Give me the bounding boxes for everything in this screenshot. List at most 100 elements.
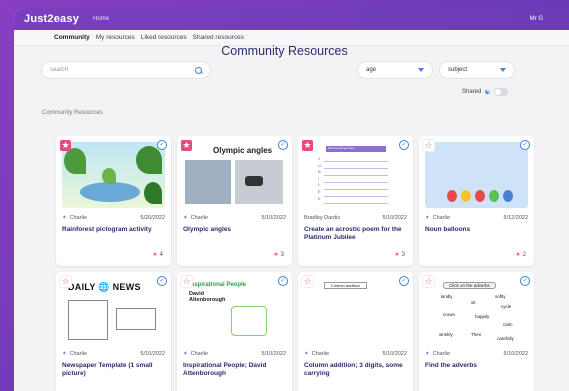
resource-card[interactable]: ★ ✓ ✦ Charlie 5/20/2022 Rainforest picto… [56, 136, 171, 266]
check-icon[interactable]: ✓ [399, 140, 409, 150]
thumbnail-title: Column addition [324, 282, 367, 289]
resource-card[interactable]: ☆ ✓ ✦ Charlie 5/12/2022 Noun balloons ★ 2 [419, 136, 534, 266]
favourite-star-icon[interactable]: ★ [181, 140, 192, 151]
user-menu[interactable]: Mr G [530, 16, 543, 22]
resource-thumbnail: Click on the adverbs kindly sit softly c… [425, 278, 528, 344]
resource-thumbnail [425, 142, 528, 208]
card-date: 5/10/2022 [382, 215, 407, 221]
favourite-star-icon[interactable]: ☆ [302, 276, 313, 287]
tab-liked-resources[interactable]: Liked resources [141, 34, 187, 41]
star-icon: ★ [273, 252, 279, 258]
chevron-down-icon [418, 68, 424, 72]
card-meta: ✦ Charlie 5/10/2022 [183, 215, 286, 221]
age-select[interactable]: age [358, 62, 432, 78]
top-bar: Just2easy Home Mr G [14, 8, 569, 30]
pin-icon: ✦ [304, 351, 309, 357]
card-date: 5/12/2022 [503, 215, 528, 221]
resource-thumbnail [62, 142, 165, 208]
favourite-star-icon[interactable]: ☆ [181, 276, 192, 287]
tab-shared-resources[interactable]: Shared resources [193, 34, 244, 41]
favourite-star-icon[interactable]: ☆ [423, 140, 434, 151]
pin-icon: ✦ [62, 351, 67, 357]
card-title[interactable]: Inspirational People; David Attenborough [183, 362, 287, 378]
check-icon[interactable]: ✓ [399, 276, 409, 286]
card-date: 5/10/2022 [382, 351, 407, 357]
resource-card[interactable]: ★ ✓ Olympic angles ✦ Charlie 5/10/2022 O… [177, 136, 292, 266]
subject-select[interactable]: subject [440, 62, 514, 78]
like-count: ★ 3 [273, 252, 284, 258]
card-author: Charlie [311, 351, 330, 357]
card-date: 5/10/2022 [140, 351, 165, 357]
pin-icon: ✦ [62, 215, 67, 221]
card-title[interactable]: Find the adverbs [425, 362, 529, 370]
app-logo[interactable]: Just2easy [24, 13, 79, 25]
check-icon[interactable]: ✓ [278, 140, 288, 150]
star-icon: ★ [152, 252, 158, 258]
card-title[interactable]: Rainforest pictogram activity [62, 226, 166, 234]
card-date: 5/20/2022 [140, 215, 165, 221]
card-title[interactable]: Noun balloons [425, 226, 529, 234]
check-icon[interactable]: ✓ [520, 140, 530, 150]
card-date: 5/10/2022 [261, 351, 286, 357]
card-author: Charlie [432, 351, 451, 357]
card-title[interactable]: Olympic angles [183, 226, 287, 234]
resource-thumbnail: First Amazing Poem JUBILEE [304, 142, 407, 208]
thumbnail-title: Inspirational People [189, 282, 247, 288]
subject-select-value: subject [448, 67, 468, 73]
thumbnail-subtitle: David Attenborough [189, 291, 226, 303]
age-select-value: age [366, 67, 377, 73]
thumbnail-title: Click on the adverbs [443, 282, 496, 289]
resource-card[interactable]: ★ ✓ First Amazing Poem JUBILEE Bradley D… [298, 136, 413, 266]
resource-thumbnail: Column addition [304, 278, 407, 344]
shared-toggle[interactable] [493, 88, 508, 96]
card-meta: ✦ Charlie 5/10/2022 [62, 351, 165, 357]
search-icon[interactable] [195, 66, 202, 74]
favourite-star-icon[interactable]: ☆ [423, 276, 434, 287]
shared-label: Shared [462, 89, 482, 95]
card-title[interactable]: Create an acrostic poem for the Platinum… [304, 226, 408, 242]
card-meta: ✦ Charlie 5/10/2022 [425, 351, 528, 357]
home-link[interactable]: Home [93, 16, 109, 22]
card-author: Charlie [190, 215, 209, 221]
check-icon[interactable]: ✓ [278, 276, 288, 286]
pin-icon: ✦ [183, 215, 188, 221]
card-author: Charlie [69, 215, 88, 221]
card-meta: ✦ Charlie 5/20/2022 [62, 215, 165, 221]
favourite-star-icon[interactable]: ★ [60, 140, 71, 151]
search-placeholder: search [50, 67, 69, 73]
favourite-star-icon[interactable]: ☆ [60, 276, 71, 287]
check-icon[interactable]: ✓ [157, 276, 167, 286]
like-count: ★ 3 [394, 252, 405, 258]
card-title[interactable]: Newspaper Template (1 small picture) [62, 362, 166, 378]
card-meta: ✦ Charlie 5/12/2022 [425, 215, 528, 221]
card-meta: ✦ Charlie 5/10/2022 [183, 351, 286, 357]
card-author: Charlie [69, 351, 88, 357]
card-author: Bradley Dardis [304, 215, 341, 221]
favourite-star-icon[interactable]: ★ [302, 140, 313, 151]
resource-card[interactable]: ☆ ✓ Column addition ✦ Charlie 5/10/2022 … [298, 272, 413, 391]
tab-my-resources[interactable]: My resources [96, 34, 135, 41]
pin-icon: ✦ [183, 351, 188, 357]
resource-card[interactable]: ☆ ✓ DAILY 🌐 NEWS ✦ Charlie 5/10/2022 New… [56, 272, 171, 391]
like-count: ★ 2 [515, 252, 526, 258]
card-author: Charlie [432, 215, 451, 221]
search-input[interactable]: search [42, 62, 210, 78]
resource-card[interactable]: ☆ ✓ Inspirational People David Attenboro… [177, 272, 292, 391]
thumbnail-title: DAILY 🌐 NEWS [68, 282, 141, 292]
check-icon[interactable]: ✓ [520, 276, 530, 286]
card-meta: ✦ Charlie 5/10/2022 [304, 351, 407, 357]
pin-icon: ✦ [425, 215, 430, 221]
resource-card[interactable]: ☆ ✓ Click on the adverbs kindly sit soft… [419, 272, 534, 391]
check-icon[interactable]: ✓ [157, 140, 167, 150]
tab-community[interactable]: Community [54, 34, 90, 41]
card-date: 5/10/2022 [503, 351, 528, 357]
card-title[interactable]: Column addition; 3 digits, some carrying [304, 362, 408, 378]
thumbnail-title: First Amazing Poem [328, 146, 355, 150]
share-icon: ☯ [484, 89, 491, 96]
star-icon: ★ [515, 252, 521, 258]
shared-filter: Shared ☯ [462, 88, 508, 96]
resource-thumbnail: DAILY 🌐 NEWS [62, 278, 165, 344]
section-label: Community Resources [42, 110, 103, 116]
card-date: 5/10/2022 [261, 215, 286, 221]
resource-thumbnail: Olympic angles [183, 142, 286, 208]
